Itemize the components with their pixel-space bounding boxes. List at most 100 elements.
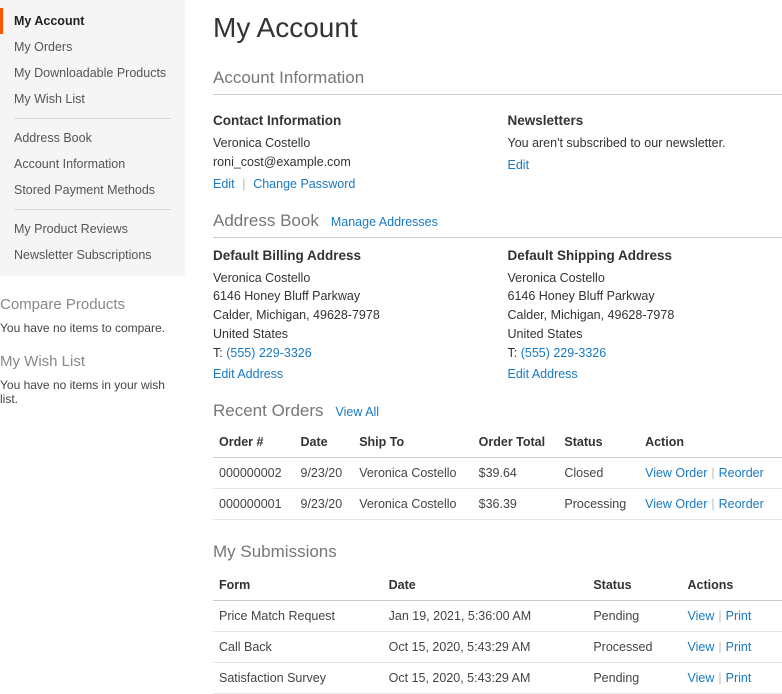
view-submission-link[interactable]: View [688,609,715,623]
print-submission-link[interactable]: Print [726,609,752,623]
submissions-table: Form Date Status Actions Price Match Req… [213,570,782,694]
nav-downloads[interactable]: My Downloadable Products [0,60,185,86]
separator: | [718,609,721,623]
change-password-link[interactable]: Change Password [253,177,355,191]
contact-name: Veronica Costello [213,134,488,153]
manage-addresses-link[interactable]: Manage Addresses [331,215,438,229]
col-total: Order Total [473,427,559,458]
billing-phone[interactable]: (555) 229-3326 [226,346,311,360]
submission-form: Price Match Request [213,601,383,632]
nav-my-account[interactable]: My Account [0,8,185,34]
submission-date: Oct 15, 2020, 5:43:29 AM [383,663,588,694]
col-date: Date [295,427,354,458]
order-shipto: Veronica Costello [353,489,472,520]
nav-wishlist[interactable]: My Wish List [0,86,185,112]
shipping-street: 6146 Honey Bluff Parkway [508,287,782,306]
nav-payment-methods[interactable]: Stored Payment Methods [0,177,185,203]
submission-form: Satisfaction Survey [213,663,383,694]
billing-phone-label: T: [213,346,226,360]
contact-info-block: Contact Information Veronica Costello ro… [213,103,488,191]
submissions-heading: My Submissions [213,542,782,562]
nav-divider [14,209,171,210]
sidebar: My Account My Orders My Downloadable Pro… [0,0,185,694]
nav-divider [14,118,171,119]
billing-address-block: Default Billing Address Veronica Costell… [213,238,488,382]
col-status: Status [587,570,681,601]
nav-newsletter[interactable]: Newsletter Subscriptions [0,242,185,268]
recent-orders-heading: Recent Orders [213,401,324,421]
submission-date: Oct 15, 2020, 5:43:29 AM [383,632,588,663]
address-book-heading: Address Book [213,211,319,231]
edit-billing-link[interactable]: Edit Address [213,367,283,381]
main-content: My Account Account Information Contact I… [185,0,782,694]
submission-date: Jan 19, 2021, 5:36:00 AM [383,601,588,632]
view-all-orders-link[interactable]: View All [336,405,380,419]
order-status: Closed [558,458,639,489]
billing-title: Default Billing Address [213,248,488,263]
order-date: 9/23/20 [295,489,354,520]
contact-email: roni_cost@example.com [213,153,488,172]
separator: | [711,497,714,511]
print-submission-link[interactable]: Print [726,640,752,654]
edit-contact-link[interactable]: Edit [213,177,235,191]
shipping-phone[interactable]: (555) 229-3326 [521,346,606,360]
shipping-title: Default Shipping Address [508,248,782,263]
billing-country: United States [213,325,488,344]
col-status: Status [558,427,639,458]
edit-shipping-link[interactable]: Edit Address [508,367,578,381]
billing-city: Calder, Michigan, 49628-7978 [213,306,488,325]
order-total: $36.39 [473,489,559,520]
newsletter-text: You aren't subscribed to our newsletter. [508,134,782,153]
shipping-address-block: Default Shipping Address Veronica Costel… [508,238,782,382]
order-id: 000000001 [213,489,295,520]
view-submission-link[interactable]: View [688,671,715,685]
shipping-name: Veronica Costello [508,269,782,288]
compare-empty: You have no items to compare. [0,321,185,335]
edit-newsletter-link[interactable]: Edit [508,158,530,172]
order-status: Processing [558,489,639,520]
separator: | [242,176,245,191]
shipping-phone-label: T: [508,346,521,360]
nav-account-info[interactable]: Account Information [0,151,185,177]
nav-my-orders[interactable]: My Orders [0,34,185,60]
separator: | [718,640,721,654]
submission-row: Call Back Oct 15, 2020, 5:43:29 AM Proce… [213,632,782,663]
col-order: Order # [213,427,295,458]
col-actions: Actions [682,570,782,601]
billing-street: 6146 Honey Bluff Parkway [213,287,488,306]
contact-info-title: Contact Information [213,113,488,128]
order-row: 000000001 9/23/20 Veronica Costello $36.… [213,489,782,520]
submission-row: Satisfaction Survey Oct 15, 2020, 5:43:2… [213,663,782,694]
order-shipto: Veronica Costello [353,458,472,489]
reorder-link[interactable]: Reorder [719,497,764,511]
sidebar-nav: My Account My Orders My Downloadable Pro… [0,0,185,276]
submission-row: Price Match Request Jan 19, 2021, 5:36:0… [213,601,782,632]
newsletter-block: Newsletters You aren't subscribed to our… [508,103,782,191]
account-info-heading: Account Information [213,68,782,95]
col-action: Action [639,427,782,458]
wishlist-block: My Wish List You have no items in your w… [0,353,185,406]
view-order-link[interactable]: View Order [645,497,707,511]
nav-address-book[interactable]: Address Book [0,125,185,151]
compare-title: Compare Products [0,296,185,313]
submission-status: Processed [587,632,681,663]
compare-block: Compare Products You have no items to co… [0,296,185,335]
submission-form: Call Back [213,632,383,663]
view-submission-link[interactable]: View [688,640,715,654]
reorder-link[interactable]: Reorder [719,466,764,480]
shipping-country: United States [508,325,782,344]
view-order-link[interactable]: View Order [645,466,707,480]
submission-status: Pending [587,601,681,632]
newsletter-title: Newsletters [508,113,782,128]
order-id: 000000002 [213,458,295,489]
col-shipto: Ship To [353,427,472,458]
print-submission-link[interactable]: Print [726,671,752,685]
col-date: Date [383,570,588,601]
nav-reviews[interactable]: My Product Reviews [0,216,185,242]
order-row: 000000002 9/23/20 Veronica Costello $39.… [213,458,782,489]
billing-name: Veronica Costello [213,269,488,288]
wishlist-empty: You have no items in your wish list. [0,378,185,406]
page-title: My Account [213,12,782,44]
wishlist-title: My Wish List [0,353,185,370]
submission-status: Pending [587,663,681,694]
